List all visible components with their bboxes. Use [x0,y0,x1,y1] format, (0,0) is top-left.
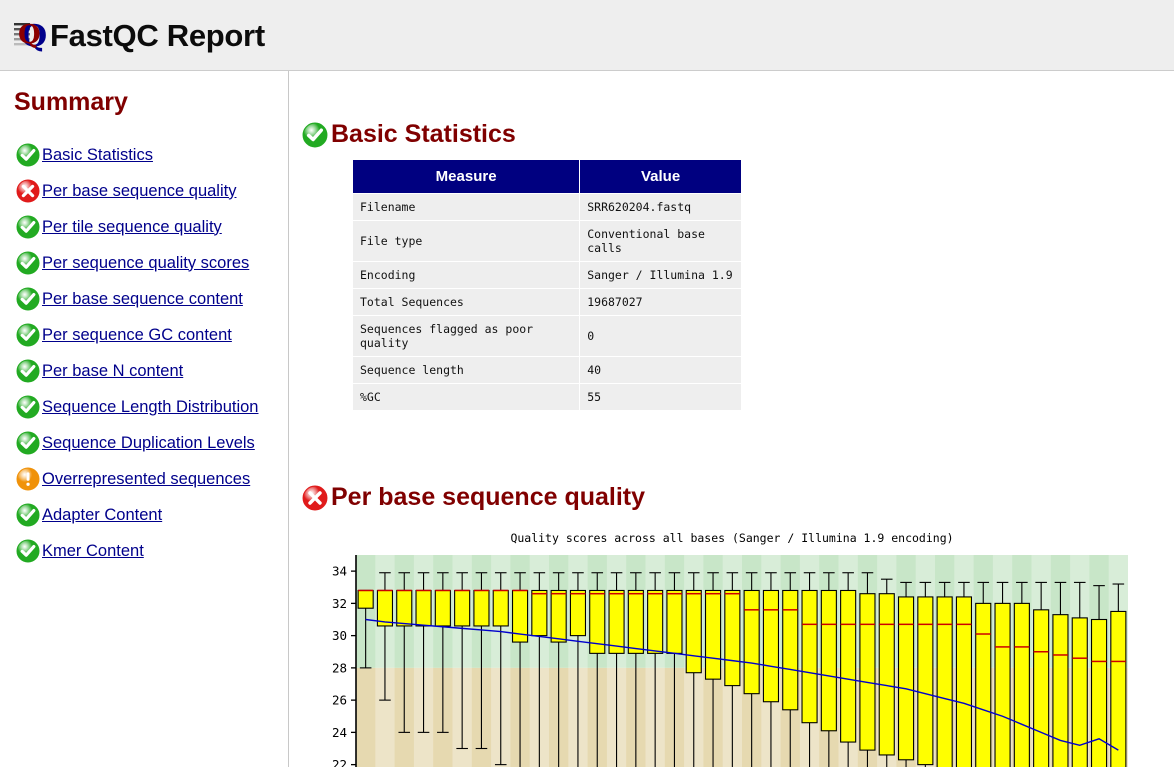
sidebar-item-label[interactable]: Per base N content [42,362,183,381]
pass-icon [16,251,40,275]
sidebar-item-per-sequence-quality-scores[interactable]: Per sequence quality scores [0,245,288,281]
sidebar-item-label[interactable]: Overrepresented sequences [42,470,250,489]
chart-caption: Quality scores across all bases (Sanger … [510,531,954,545]
pass-icon [16,143,40,167]
sidebar-item-overrepresented-sequences[interactable]: Overrepresented sequences [0,461,288,497]
boxplot-box [1033,581,1050,767]
table-row: Encoding Sanger / Illumina 1.9 [351,261,742,289]
column-header-measure: Measure [351,159,581,194]
y-tick-label: 34 [332,564,347,579]
sidebar-item-label[interactable]: Sequence Length Distribution [42,398,258,417]
sidebar-item-per-base-n-content[interactable]: Per base N content [0,353,288,389]
cell-value: Sanger / Illumina 1.9 [579,261,742,289]
y-tick-label: 26 [332,693,347,708]
main-content: Basic Statistics Measure Value Filename S… [290,71,1174,767]
boxplot-box [994,581,1011,767]
sidebar-item-basic-statistics[interactable]: Basic Statistics [0,137,288,173]
boxplot-box [975,581,992,767]
summary-list: Basic Statistics Per base sequence qualit… [0,137,288,569]
cell-value: 0 [579,315,742,357]
section-title-basic-statistics: Basic Statistics [331,120,516,148]
pass-icon [16,431,40,455]
cell-measure: %GC [351,383,581,411]
sidebar-item-per-base-sequence-quality[interactable]: Per base sequence quality [0,173,288,209]
table-row: %GC 55 [351,383,742,411]
pass-icon [16,287,40,311]
pass-icon [16,395,40,419]
page-title: FastQC Report [50,17,265,53]
section-title-per-base-sequence-quality: Per base sequence quality [331,483,646,511]
pass-icon [16,539,40,563]
fail-icon [16,179,40,203]
basic-statistics-header: Basic Statistics [302,71,1174,149]
sidebar-item-label[interactable]: Per base sequence content [42,290,243,309]
sidebar-item-label[interactable]: Sequence Duplication Levels [42,434,255,453]
boxplot-box [1013,581,1030,767]
table-header-row: Measure Value [351,159,742,194]
sidebar-item-label[interactable]: Kmer Content [42,542,144,561]
pass-icon [16,323,40,347]
cell-measure: Total Sequences [351,288,581,316]
sidebar-item-label[interactable]: Per sequence quality scores [42,254,249,273]
pass-icon [16,215,40,239]
sidebar-item-per-tile-sequence-quality[interactable]: Per tile sequence quality [0,209,288,245]
boxplot-svg: 2022242628303234 [332,555,1128,767]
boxplot-box [878,578,895,767]
table-row: Filename SRR620204.fastq [351,193,742,221]
fail-icon [302,485,328,511]
per-base-sequence-quality-header: Per base sequence quality [302,411,1174,512]
y-tick-label: 32 [332,596,347,611]
sidebar-item-sequence-length-distribution[interactable]: Sequence Length Distribution [0,389,288,425]
sidebar-item-per-base-sequence-content[interactable]: Per base sequence content [0,281,288,317]
fastqc-logo-icon: Q Q [12,15,56,57]
column-header-value: Value [579,159,742,194]
sidebar-item-sequence-duplication-levels[interactable]: Sequence Duplication Levels [0,425,288,461]
table-row: File type Conventional base calls [351,220,742,262]
basic-statistics-table: Measure Value Filename SRR620204.fastq Fil… [351,159,742,411]
sidebar-item-label[interactable]: Per sequence GC content [42,326,232,345]
cell-value: SRR620204.fastq [579,193,742,221]
warn-icon [16,467,40,491]
boxplot-box [859,572,876,767]
app-header: Q Q FastQC Report [0,0,1174,71]
sidebar-item-label[interactable]: Basic Statistics [42,146,153,165]
y-tick-label: 28 [332,660,347,675]
sidebar-item-adapter-content[interactable]: Adapter Content [0,497,288,533]
sidebar-item-label[interactable]: Adapter Content [42,506,162,525]
cell-measure: Filename [351,193,581,221]
boxplot-box [955,581,973,767]
pass-icon [302,122,328,148]
boxplot-box [897,581,915,767]
sidebar-title: Summary [14,88,128,116]
sidebar: Summary Basic Statistics Per base sequenc… [0,71,289,767]
table-body: Filename SRR620204.fastq File type Conventi… [351,193,742,411]
table-row: Sequences flagged as poor quality 0 [351,315,742,357]
cell-value: 40 [579,356,742,384]
cell-value: Conventional base calls [579,220,742,262]
sidebar-item-label[interactable]: Per tile sequence quality [42,218,222,237]
table-row: Sequence length 40 [351,356,742,384]
boxplot-box [936,581,953,767]
svg-text:Q: Q [18,20,41,50]
y-tick-label: 22 [332,757,347,767]
pass-icon [16,359,40,383]
cell-value: 19687027 [579,288,742,316]
cell-measure: Encoding [351,261,581,289]
cell-value: 55 [579,383,742,411]
cell-measure: Sequences flagged as poor quality [351,315,581,357]
cell-measure: Sequence length [351,356,581,384]
sidebar-item-kmer-content[interactable]: Kmer Content [0,533,288,569]
y-tick-label: 30 [332,628,347,643]
table-row: Total Sequences 19687027 [351,288,742,316]
cell-measure: File type [351,220,581,262]
pass-icon [16,503,40,527]
boxplot-box [917,581,934,767]
sidebar-item-per-sequence-gc-content[interactable]: Per sequence GC content [0,317,288,353]
boxplot-box [1110,583,1127,767]
sidebar-item-label[interactable]: Per base sequence quality [42,182,236,201]
y-tick-label: 24 [332,725,347,740]
per-base-quality-chart: 2022242628303234 http://blog.csdn.net/u0… [320,553,1170,767]
boxplot-box [840,572,857,767]
